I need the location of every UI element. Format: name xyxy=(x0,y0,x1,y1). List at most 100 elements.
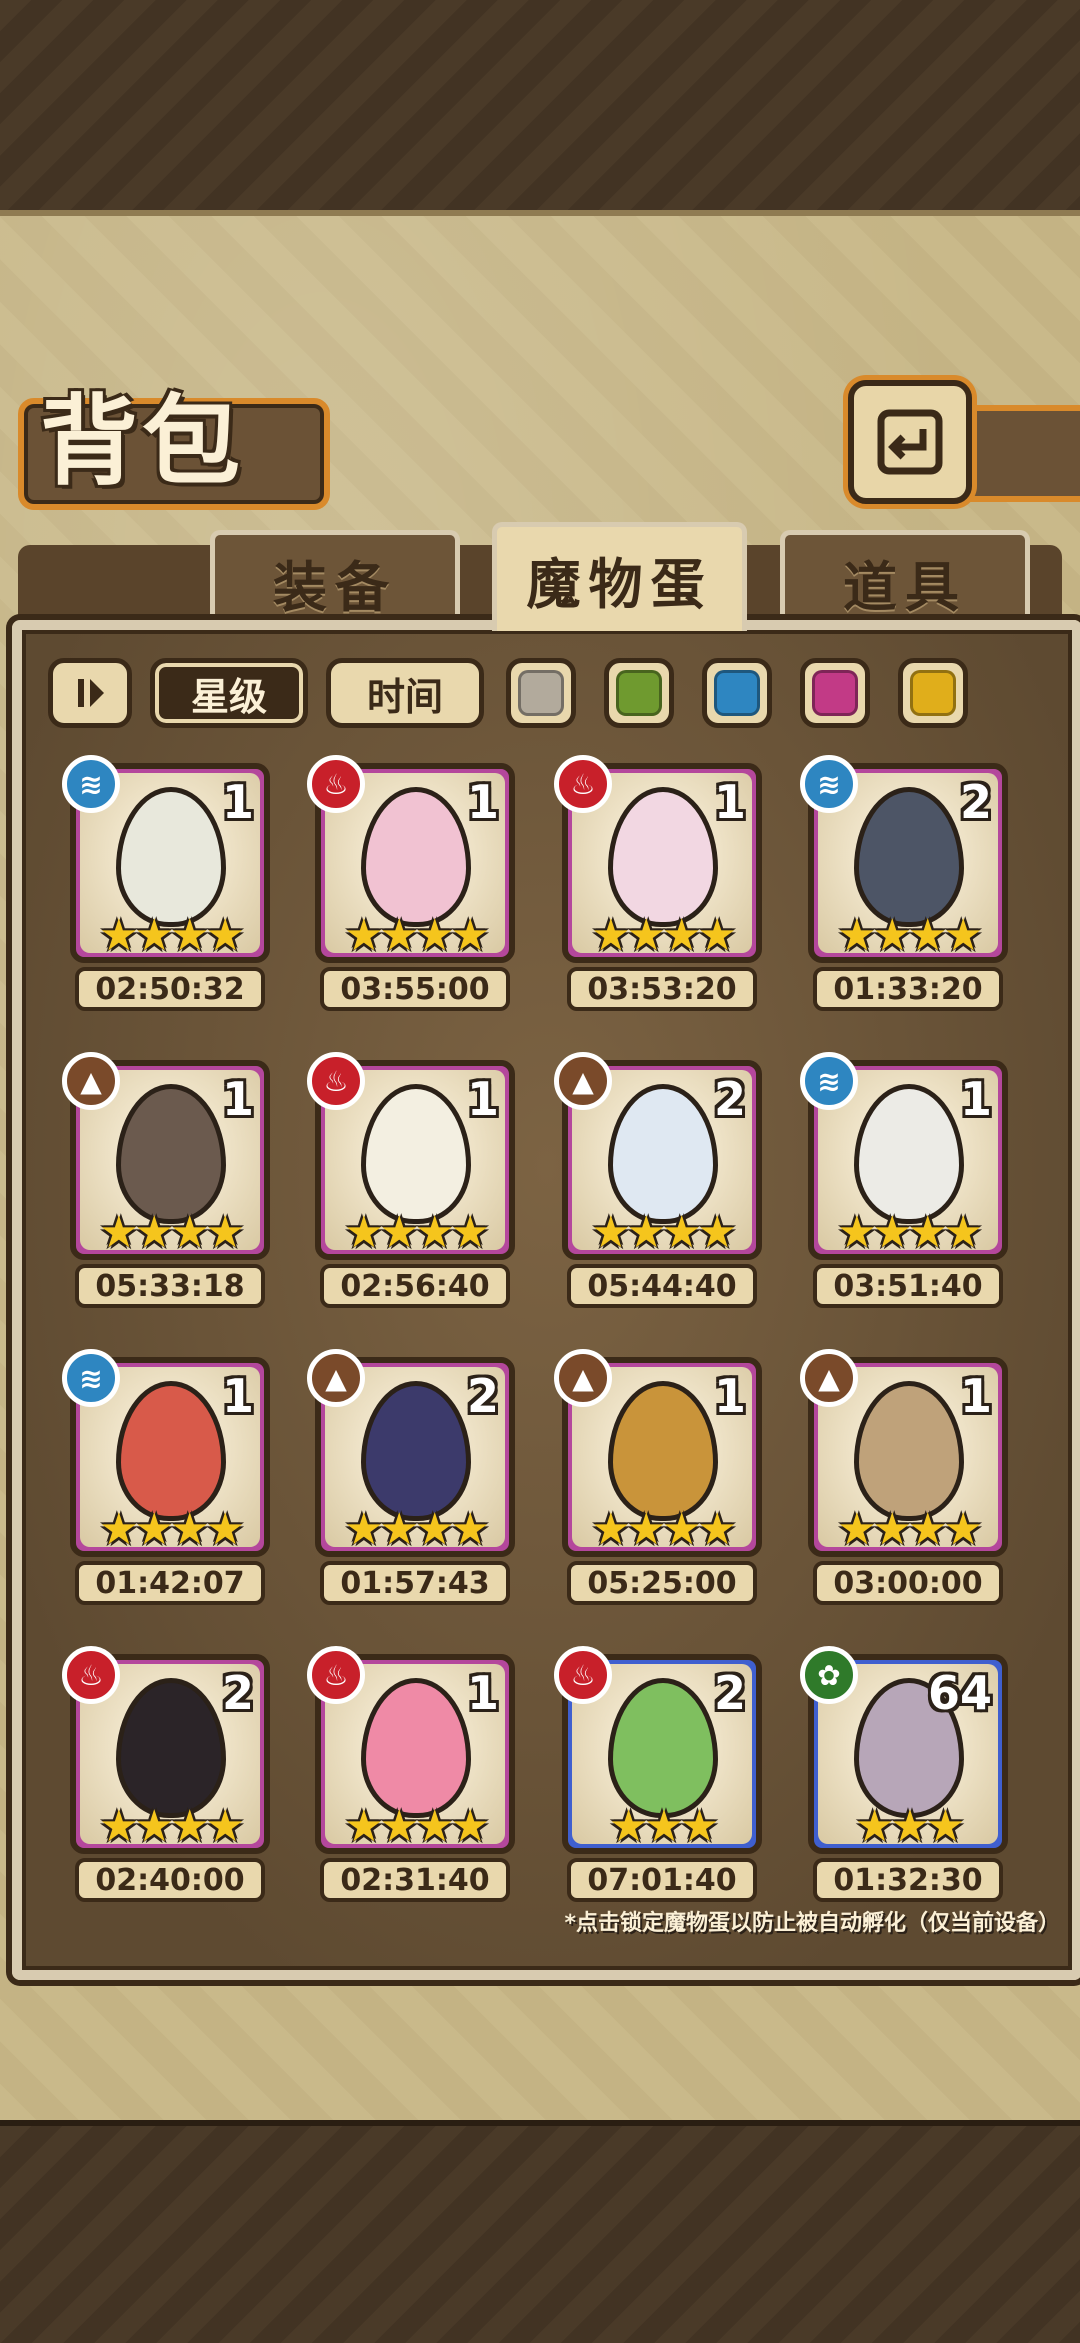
star-rating: ★★★★ xyxy=(837,910,983,961)
star-rating: ★★★★ xyxy=(99,1801,245,1852)
egg-count: 2 xyxy=(959,775,992,829)
egg-card[interactable]: ♨ 2 ★★★★ xyxy=(62,1646,270,1854)
color-filter-chip[interactable] xyxy=(506,658,576,728)
star-rating: ★★★★ xyxy=(344,910,490,961)
return-arrow-icon xyxy=(877,409,943,475)
star-rating: ★★★★ xyxy=(837,1207,983,1258)
sort-by-stars-button[interactable]: 星级 xyxy=(150,658,308,728)
egg-card[interactable]: ▲ 2 ★★★★ xyxy=(554,1052,762,1260)
egg-card[interactable]: ♨ 1 ★★★★ xyxy=(307,1052,515,1260)
water-element-icon: ≋ xyxy=(62,1349,120,1407)
hatch-timer: 01:33:20 xyxy=(813,967,1003,1011)
star-rating: ★★★ xyxy=(854,1801,965,1852)
egg-count: 1 xyxy=(466,1666,499,1720)
egg-count: 1 xyxy=(466,775,499,829)
star-rating: ★★★★ xyxy=(591,910,737,961)
hatch-timer: 07:01:40 xyxy=(567,1858,757,1902)
fire-element-icon: ♨ xyxy=(62,1646,120,1704)
egg-count: 1 xyxy=(713,1369,746,1423)
earth-element-icon: ▲ xyxy=(62,1052,120,1110)
fire-element-icon: ♨ xyxy=(554,755,612,813)
egg-card[interactable]: ✿ 64 ★★★ xyxy=(800,1646,1008,1854)
fire-element-icon: ♨ xyxy=(307,1646,365,1704)
top-decor-strip xyxy=(0,0,1080,216)
tab-equipment[interactable]: 装备 xyxy=(210,530,460,630)
hatch-timer: 02:40:00 xyxy=(75,1858,265,1902)
egg-card[interactable]: ≋ 1 ★★★★ xyxy=(62,755,270,963)
egg-count: 1 xyxy=(221,1072,254,1126)
sort-by-time-button[interactable]: 时间 xyxy=(326,658,484,728)
star-rating: ★★★★ xyxy=(344,1801,490,1852)
hatch-timer: 05:33:18 xyxy=(75,1264,265,1308)
earth-element-icon: ▲ xyxy=(307,1349,365,1407)
hatch-timer: 05:44:40 xyxy=(567,1264,757,1308)
egg-card[interactable]: ▲ 1 ★★★★ xyxy=(800,1349,1008,1557)
egg-count: 1 xyxy=(221,1369,254,1423)
back-rail xyxy=(960,405,1080,502)
sort-order-toggle[interactable] xyxy=(48,658,132,728)
egg-count: 1 xyxy=(221,775,254,829)
back-button[interactable] xyxy=(848,380,972,504)
water-element-icon: ≋ xyxy=(800,1052,858,1110)
sort-direction-icon xyxy=(78,679,104,707)
egg-card[interactable]: ≋ 2 ★★★★ xyxy=(800,755,1008,963)
hatch-timer: 01:57:43 xyxy=(320,1561,510,1605)
star-rating: ★★★★ xyxy=(591,1504,737,1555)
hatch-timer: 02:56:40 xyxy=(320,1264,510,1308)
egg-count: 2 xyxy=(221,1666,254,1720)
fire-element-icon: ♨ xyxy=(307,1052,365,1110)
egg-card[interactable]: ♨ 1 ★★★★ xyxy=(554,755,762,963)
hatch-timer: 02:31:40 xyxy=(320,1858,510,1902)
star-rating: ★★★★ xyxy=(344,1207,490,1258)
egg-count: 2 xyxy=(713,1072,746,1126)
earth-element-icon: ▲ xyxy=(800,1349,858,1407)
color-swatch xyxy=(910,670,956,716)
tab-monster-eggs[interactable]: 魔物蛋 xyxy=(492,522,747,631)
egg-count: 64 xyxy=(927,1666,992,1720)
color-swatch xyxy=(812,670,858,716)
tab-items[interactable]: 道具 xyxy=(780,530,1030,630)
fire-element-icon: ♨ xyxy=(307,755,365,813)
tab-monster-eggs-label: 魔物蛋 xyxy=(526,552,713,616)
color-filter-chip[interactable] xyxy=(702,658,772,728)
tab-equipment-label: 装备 xyxy=(273,556,397,619)
egg-card[interactable]: ▲ 1 ★★★★ xyxy=(554,1349,762,1557)
hatch-timer: 05:25:00 xyxy=(567,1561,757,1605)
star-rating: ★★★ xyxy=(608,1801,719,1852)
color-filter-chip[interactable] xyxy=(604,658,674,728)
water-element-icon: ≋ xyxy=(62,755,120,813)
egg-count: 1 xyxy=(713,775,746,829)
hatch-timer: 01:42:07 xyxy=(75,1561,265,1605)
egg-card[interactable]: ♨ 1 ★★★★ xyxy=(307,1646,515,1854)
star-rating: ★★★★ xyxy=(344,1504,490,1555)
lock-hint-note: *点击锁定魔物蛋以防止被自动孵化（仅当前设备） xyxy=(564,1911,1060,1936)
egg-count: 1 xyxy=(959,1369,992,1423)
color-filter-chip[interactable] xyxy=(800,658,870,728)
egg-card[interactable]: ♨ 2 ★★★ xyxy=(554,1646,762,1854)
hatch-timer: 03:55:00 xyxy=(320,967,510,1011)
earth-element-icon: ▲ xyxy=(554,1052,612,1110)
egg-card[interactable]: ≋ 1 ★★★★ xyxy=(62,1349,270,1557)
egg-card[interactable]: ▲ 2 ★★★★ xyxy=(307,1349,515,1557)
bottom-decor-strip xyxy=(0,2120,1080,2343)
color-swatch xyxy=(714,670,760,716)
egg-count: 1 xyxy=(959,1072,992,1126)
sort-by-stars-label: 星级 xyxy=(190,674,267,719)
egg-card[interactable]: ♨ 1 ★★★★ xyxy=(307,755,515,963)
star-rating: ★★★★ xyxy=(591,1207,737,1258)
tab-items-label: 道具 xyxy=(843,556,967,619)
hatch-timer: 02:50:32 xyxy=(75,967,265,1011)
earth-element-icon: ▲ xyxy=(554,1349,612,1407)
fire-element-icon: ♨ xyxy=(554,1646,612,1704)
wood-element-icon: ✿ xyxy=(800,1646,858,1704)
color-swatch xyxy=(616,670,662,716)
color-filter-chip[interactable] xyxy=(898,658,968,728)
egg-card[interactable]: ▲ 1 ★★★★ xyxy=(62,1052,270,1260)
star-rating: ★★★★ xyxy=(99,1207,245,1258)
star-rating: ★★★★ xyxy=(837,1504,983,1555)
color-swatch xyxy=(518,670,564,716)
hatch-timer: 03:51:40 xyxy=(813,1264,1003,1308)
star-rating: ★★★★ xyxy=(99,1504,245,1555)
egg-count: 2 xyxy=(466,1369,499,1423)
egg-card[interactable]: ≋ 1 ★★★★ xyxy=(800,1052,1008,1260)
